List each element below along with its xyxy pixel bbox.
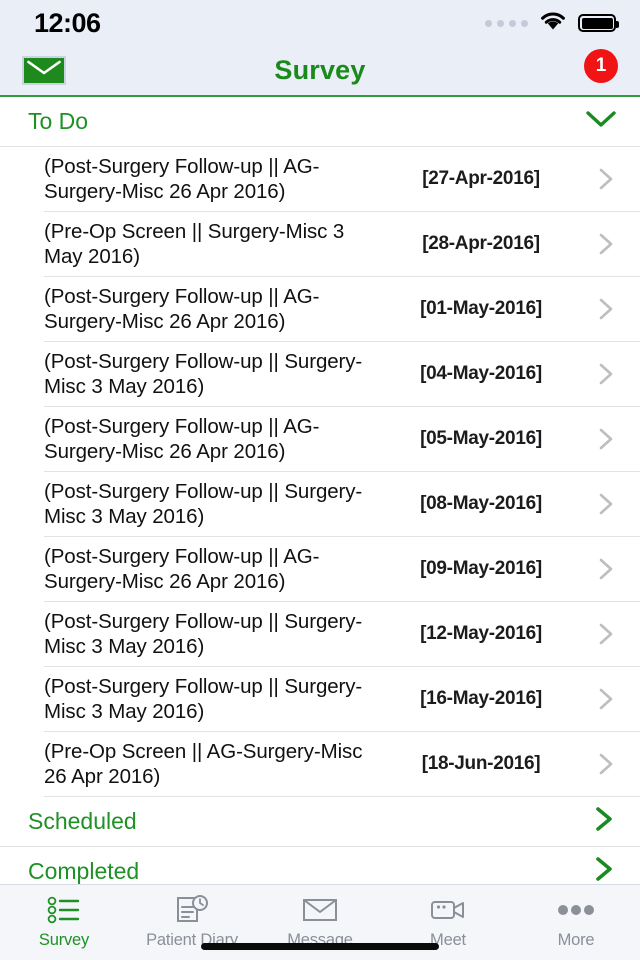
chevron-right-icon (586, 684, 618, 714)
chevron-right-icon (586, 619, 618, 649)
tab-meet[interactable]: Meet (384, 893, 512, 950)
battery-full-icon (578, 14, 619, 32)
ellipsis-icon (557, 893, 595, 926)
survey-title: (Post-Surgery Follow-up || Surgery-Misc … (44, 350, 363, 398)
survey-title: (Post-Surgery Follow-up || AG-Surgery-Mi… (44, 155, 320, 203)
notification-badge: 1 (584, 48, 618, 83)
todo-section: To Do (Post-Surgery Follow-up || AG-Surg… (0, 97, 640, 797)
survey-date: [27-Apr-2016] (422, 168, 540, 189)
survey-title: (Post-Surgery Follow-up || Surgery-Misc … (44, 480, 363, 528)
completed-section: Completed (0, 847, 640, 884)
tab-diary[interactable]: Patient Diary (128, 893, 256, 950)
section-header-todo[interactable]: To Do (0, 97, 640, 146)
survey-title: (Pre-Op Screen || AG-Surgery-Misc 26 Apr… (44, 740, 363, 788)
tab-more[interactable]: More (512, 893, 640, 950)
navigation-bar: Survey 1 (0, 46, 640, 97)
envelope-icon[interactable] (22, 56, 66, 85)
wifi-icon (539, 10, 567, 36)
cellular-signal-icon (485, 19, 528, 27)
section-label-scheduled: Scheduled (28, 808, 137, 834)
survey-date: [16-May-2016] (420, 688, 542, 709)
table-row[interactable]: (Post-Surgery Follow-up || AG-Surgery-Mi… (0, 407, 640, 471)
chevron-right-icon (586, 554, 618, 584)
survey-date: [08-May-2016] (420, 493, 542, 514)
table-row[interactable]: (Pre-Op Screen || Surgery-Misc 3 May 201… (0, 212, 640, 276)
todo-list: (Post-Surgery Follow-up || AG-Surgery-Mi… (0, 147, 640, 797)
survey-date: [05-May-2016] (420, 428, 542, 449)
table-row[interactable]: (Post-Surgery Follow-up || Surgery-Misc … (0, 667, 640, 731)
table-row[interactable]: (Post-Surgery Follow-up || AG-Surgery-Mi… (0, 277, 640, 341)
table-row[interactable]: (Post-Surgery Follow-up || Surgery-Misc … (0, 472, 640, 536)
survey-content: To Do (Post-Surgery Follow-up || AG-Surg… (0, 97, 640, 884)
survey-title: (Post-Surgery Follow-up || AG-Surgery-Mi… (44, 415, 320, 463)
chevron-right-icon (586, 489, 618, 519)
section-header-completed[interactable]: Completed (0, 847, 640, 884)
survey-date: [01-May-2016] (420, 298, 542, 319)
scheduled-section: Scheduled (0, 797, 640, 847)
survey-title: (Post-Surgery Follow-up || Surgery-Misc … (44, 610, 363, 658)
table-row[interactable]: (Post-Surgery Follow-up || AG-Surgery-Mi… (0, 147, 640, 211)
section-header-scheduled[interactable]: Scheduled (0, 797, 640, 846)
survey-screen: 12:06 Survey 1 To Do (Post-Surgery Follo… (0, 0, 640, 960)
table-row[interactable]: (Post-Surgery Follow-up || Surgery-Misc … (0, 602, 640, 666)
survey-date: [18-Jun-2016] (421, 753, 541, 774)
status-bar-indicators (485, 10, 619, 36)
survey-date: [28-Apr-2016] (422, 233, 540, 254)
table-row[interactable]: (Post-Surgery Follow-up || Surgery-Misc … (0, 342, 640, 406)
table-row[interactable]: (Post-Surgery Follow-up || AG-Surgery-Mi… (0, 537, 640, 601)
status-bar: 12:06 (0, 0, 640, 46)
chevron-down-icon (584, 108, 618, 135)
document-clock-icon (175, 893, 209, 926)
chevron-right-icon (592, 854, 618, 884)
tab-message[interactable]: Message (256, 893, 384, 950)
envelope-icon (302, 893, 338, 926)
home-indicator-area (0, 943, 640, 950)
survey-title: (Pre-Op Screen || Surgery-Misc 3 May 201… (44, 220, 345, 268)
chevron-right-icon (586, 359, 618, 389)
checklist-icon (47, 893, 81, 926)
survey-date: [04-May-2016] (420, 363, 542, 384)
chevron-right-icon (586, 229, 618, 259)
table-row[interactable]: (Pre-Op Screen || AG-Surgery-Misc 26 Apr… (0, 732, 640, 796)
home-indicator[interactable] (201, 943, 439, 950)
section-label-completed: Completed (28, 858, 140, 884)
survey-date: [12-May-2016] (420, 623, 542, 644)
survey-title: (Post-Surgery Follow-up || AG-Surgery-Mi… (44, 285, 320, 333)
page-title: Survey (274, 55, 366, 85)
video-camera-icon (430, 893, 466, 926)
tab-survey[interactable]: Survey (0, 893, 128, 950)
survey-date: [09-May-2016] (420, 558, 542, 579)
notifications-button[interactable]: 1 (574, 48, 618, 91)
chevron-right-icon (586, 749, 618, 779)
status-bar-time: 12:06 (34, 7, 101, 38)
section-label-todo: To Do (28, 108, 89, 134)
chevron-right-icon (586, 294, 618, 324)
survey-title: (Post-Surgery Follow-up || Surgery-Misc … (44, 675, 363, 723)
chevron-right-icon (586, 164, 618, 194)
chevron-right-icon (586, 424, 618, 454)
chevron-right-icon (592, 804, 618, 839)
survey-title: (Post-Surgery Follow-up || AG-Surgery-Mi… (44, 545, 320, 593)
